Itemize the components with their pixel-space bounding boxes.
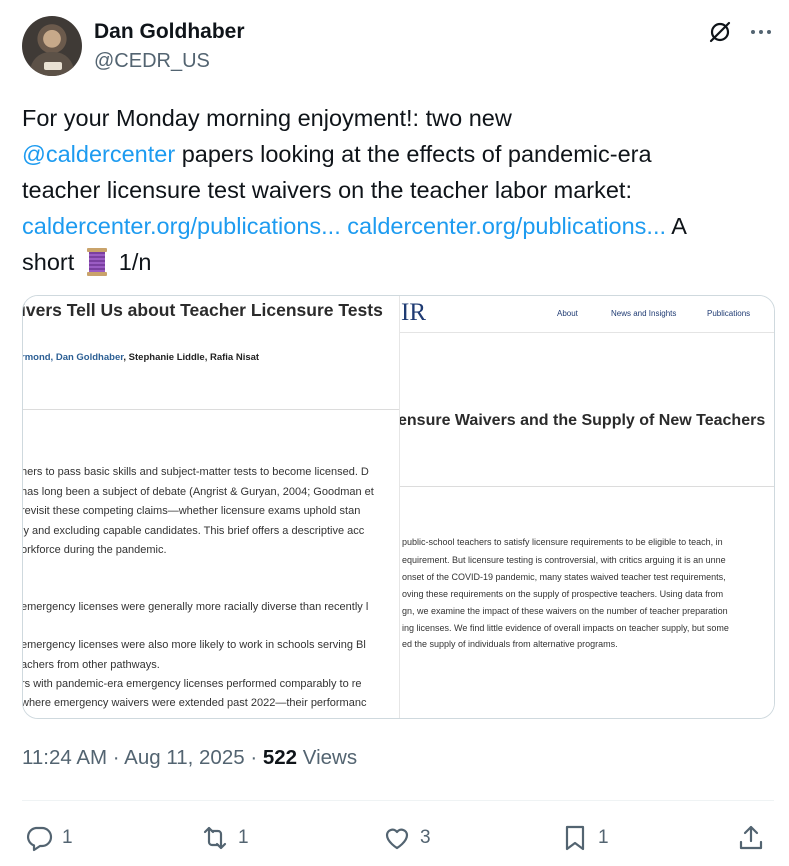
left-doc-line: orkforce during the pandemic. [23,544,167,556]
bookmark-count: 1 [598,827,609,848]
views-label: Views [297,746,358,769]
tweet-line: For your Monday morning enjoyment!: two … [22,100,774,136]
tweet-line: caldercenter.org/publications... calderc… [22,208,774,244]
tweet-line: teacher licensure test waivers on the te… [22,172,774,208]
share-icon [739,825,763,850]
tweet-text-segment: A [666,213,687,239]
left-doc-line: emergency licenses were also more likely… [23,639,366,651]
author-name[interactable]: Dan Goldhaber [94,20,245,44]
grok-icon[interactable] [706,18,734,46]
like-count: 3 [420,827,431,848]
like-icon [385,828,409,850]
author-handle[interactable]: @CEDR_US [94,50,210,73]
left-doc-line: has long been a subject of debate (Angri… [23,486,374,498]
repost-button[interactable]: 1 [200,822,249,854]
bookmark-button[interactable]: 1 [560,822,609,854]
tweet-line: short 1/n [22,244,774,280]
url-link-1[interactable]: caldercenter.org/publications... [22,213,341,239]
thread-spool-icon [86,248,107,276]
left-doc-line: where emergency waivers were extended pa… [23,697,367,709]
right-doc-line: oving these requirements on the supply o… [402,589,724,599]
left-doc-title: ivers Tell Us about Teacher Licensure Te… [23,300,383,320]
left-doc-authors-rest: , Stephanie Liddle, Rafia Nisat [123,352,260,363]
media-card[interactable]: ivers Tell Us about Teacher Licensure Te… [22,295,775,719]
left-doc-line: hers to pass basic skills and subject-ma… [23,466,369,478]
right-doc-line: ed the supply of individuals from altern… [402,639,618,649]
site-logo: IR [401,299,426,326]
right-doc-line: public-school teachers to satisfy licens… [402,537,723,547]
reply-icon [27,826,53,852]
tweet-text-segment: For your Monday morning enjoyment!: two … [22,105,512,131]
tweet-timestamp[interactable]: 11:24 AM · Aug 11, 2025 · 522 Views [22,746,357,770]
tweet-text-segment: short [22,249,75,275]
repost-icon [203,826,227,850]
share-button[interactable] [736,822,774,854]
repost-count: 1 [238,827,249,848]
thread-count: 1/n [118,249,152,275]
right-doc-line: ing licenses. We find little evidence of… [402,623,729,633]
media-image-left[interactable]: ivers Tell Us about Teacher Licensure Te… [23,296,399,718]
like-button[interactable]: 3 [382,822,431,854]
left-doc-authors: rmond, Dan Goldhaber, Stephanie Liddle, … [23,352,259,363]
left-doc-line: ly and excluding capable candidates. Thi… [23,525,365,537]
left-doc-line: rs with pandemic-era emergency licenses … [23,678,362,690]
avatar[interactable] [22,16,82,76]
divider [22,800,774,801]
timestamp-text: 11:24 AM · Aug 11, 2025 · [22,746,263,769]
left-doc-author-link: rmond, Dan Goldhaber [23,352,124,363]
view-count: 522 [262,746,298,769]
right-doc-heading: ensure Waivers and the Supply of New Tea… [399,412,766,429]
divider [23,409,399,410]
reply-button[interactable]: 1 [24,822,73,854]
media-image-right[interactable]: IR About News and Insights Publications … [399,296,774,718]
right-doc-line: equirement. But licensure testing is con… [402,555,726,565]
site-nav: IR About News and Insights Publications [400,296,774,333]
nav-item-news: News and Insights [611,309,677,318]
right-doc-line: gn, we examine the impact of these waive… [402,606,728,616]
tweet-text-segment: teacher licensure test waivers on the te… [22,177,632,203]
left-doc-line: achers from other pathways. [23,659,160,671]
tweet-line: @caldercenter papers looking at the effe… [22,136,774,172]
reply-count: 1 [62,827,73,848]
left-doc-line: emergency licenses were generally more r… [23,601,369,613]
url-link-2[interactable]: caldercenter.org/publications... [347,213,666,239]
more-icon[interactable] [747,18,775,46]
divider [400,486,774,487]
left-doc-line: revisit these competing claims—whether l… [23,505,361,517]
avatar-cake [44,62,62,70]
right-doc-line: onset of the COVID-19 pandemic, many sta… [402,572,726,582]
tweet-text-segment: papers looking at the effects of pandemi… [175,141,652,167]
bookmark-icon [565,825,585,851]
nav-item-publications: Publications [707,309,751,318]
nav-item-about: About [557,309,578,318]
mention-link[interactable]: @caldercenter [22,141,175,167]
tweet-text: For your Monday morning enjoyment!: two … [22,100,774,280]
